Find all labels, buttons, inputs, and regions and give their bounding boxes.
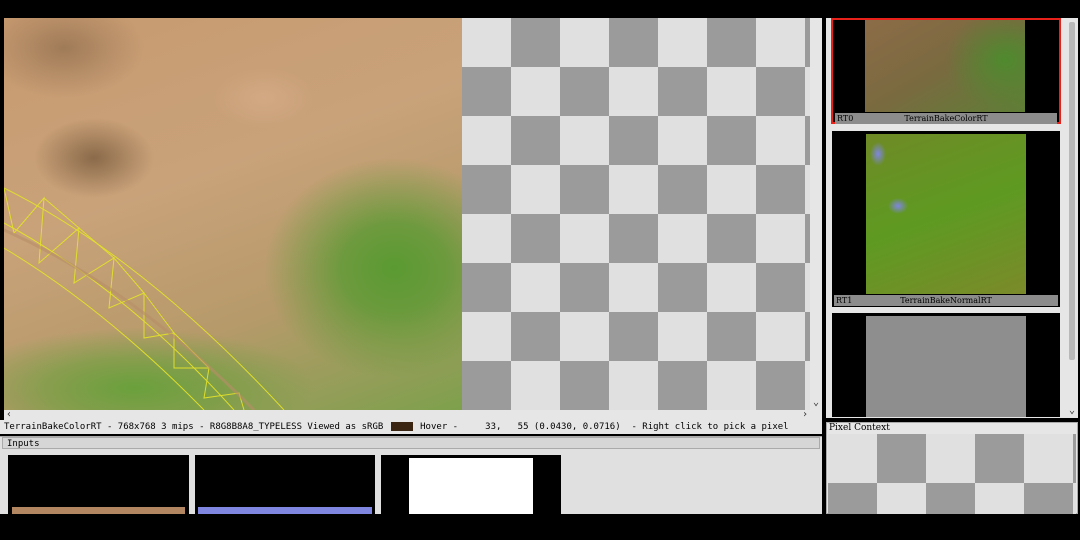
pixel-context-view[interactable] bbox=[828, 434, 1076, 514]
input-thumbnail[interactable] bbox=[195, 455, 375, 514]
texture-viewport[interactable] bbox=[4, 18, 810, 410]
transparency-checkerboard bbox=[462, 18, 810, 410]
scroll-left-icon[interactable]: ‹ bbox=[4, 410, 14, 420]
scroll-down-icon[interactable]: ⌄ bbox=[810, 398, 822, 408]
texture-image[interactable] bbox=[4, 18, 462, 410]
pixel-context-title: Pixel Context bbox=[829, 423, 890, 433]
window-bottom-edge bbox=[0, 514, 1080, 540]
status-bar: TerrainBakeColorRT - 768x768 3 mips - R8… bbox=[0, 420, 822, 434]
window-top-edge bbox=[0, 0, 1080, 18]
input-thumbnail[interactable] bbox=[8, 455, 189, 514]
mesh-wireframe-overlay bbox=[4, 187, 285, 410]
main-horizontal-scrollbar[interactable]: ‹ › bbox=[4, 410, 822, 420]
scroll-right-icon[interactable]: › bbox=[800, 410, 810, 420]
scroll-down-icon[interactable]: ⌄ bbox=[1066, 406, 1078, 416]
hover-color-swatch bbox=[390, 422, 413, 431]
main-vertical-scrollbar[interactable]: ⌄ bbox=[810, 18, 822, 410]
output-label: RT1 TerrainBakeNormalRT bbox=[834, 295, 1058, 306]
output-name: TerrainBakeNormalRT bbox=[900, 296, 992, 305]
outputs-vertical-scrollbar[interactable]: ⌄ bbox=[1066, 18, 1078, 418]
output-name: TerrainBakeColorRT bbox=[904, 114, 988, 123]
output-thumbnail-rt0[interactable]: RT0 TerrainBakeColorRT bbox=[831, 18, 1061, 124]
scrollbar-thumb[interactable] bbox=[1069, 22, 1075, 360]
input-thumbnail[interactable] bbox=[381, 455, 561, 514]
texture-info-text: TerrainBakeColorRT - 768x768 3 mips - R8… bbox=[4, 422, 384, 432]
output-thumbnail-empty[interactable] bbox=[832, 313, 1060, 417]
inputs-panel-title: Inputs bbox=[2, 437, 820, 449]
output-thumbnail-rt1[interactable]: RT1 TerrainBakeNormalRT bbox=[832, 131, 1060, 307]
output-label: RT0 TerrainBakeColorRT bbox=[835, 113, 1057, 124]
hover-info-text: Hover - 33, 55 (0.0430, 0.0716) - Right … bbox=[420, 422, 789, 432]
